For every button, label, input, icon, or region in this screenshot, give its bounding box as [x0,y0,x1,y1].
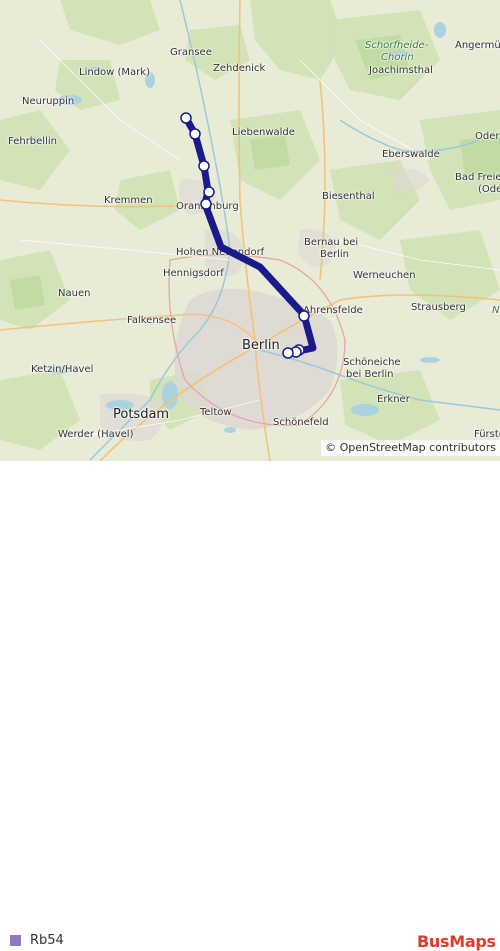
map-attribution: © OpenStreetMap contributors [321,440,500,456]
route-stop-marker[interactable] [298,310,310,322]
brand-part-1: Bus [417,932,450,951]
route-stop-marker[interactable] [189,128,201,140]
openstreetmap-link[interactable]: OpenStreetMap [340,441,426,454]
legend-color-swatch [10,935,21,946]
route-overlay [180,112,317,359]
route-stop-marker[interactable] [200,198,212,210]
route-stop-marker[interactable] [198,160,210,172]
route-stop-marker[interactable] [180,112,192,124]
attribution-copyright: © [325,441,337,454]
brand-part-2: Maps [449,932,496,951]
map-canvas[interactable]: Gransee Zehdenick Lindow (Mark) Schorfhe… [0,0,500,461]
legend-route-label: Rb54 [30,933,64,948]
route-line-rb54[interactable] [182,114,317,356]
legend-footer: Rb54 BusMaps [0,461,500,951]
attribution-suffix: contributors [429,441,496,454]
route-stop-marker[interactable] [203,186,215,198]
route-stop-marker[interactable] [282,347,294,359]
busmaps-logo[interactable]: BusMaps [417,932,496,951]
